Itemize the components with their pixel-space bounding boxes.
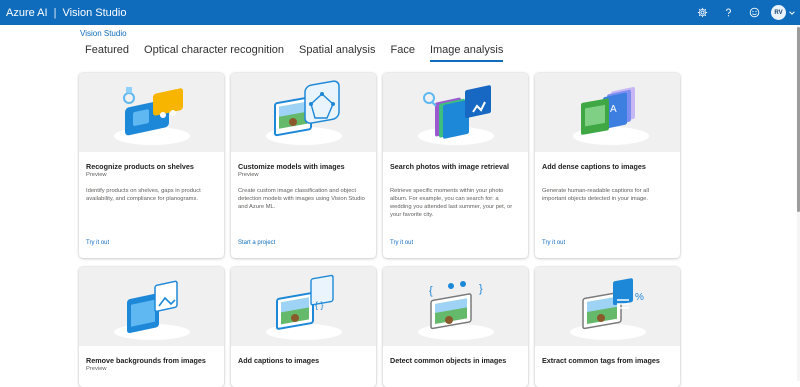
tab-list: Featured Optical character recognition S… [85, 44, 518, 62]
tags-illustration: % [535, 267, 680, 346]
top-app-bar: Azure AI | Vision Studio RV [0, 0, 800, 25]
card-description: Identify products on shelves, gaps in pr… [86, 188, 201, 202]
brand[interactable]: Azure AI | Vision Studio [0, 0, 126, 25]
brand-name: Azure AI [6, 6, 48, 19]
card-title: Customize models with images [238, 162, 345, 171]
avatar[interactable]: RV [771, 5, 786, 20]
tab-featured[interactable]: Featured [85, 44, 129, 62]
captions-illustration: { } [231, 267, 376, 346]
help-icon[interactable] [715, 0, 741, 25]
card-dense-captions[interactable]: A Add dense captions to images Generate … [535, 73, 680, 258]
dense-captions-illustration: A [535, 73, 680, 152]
card-title: Add dense captions to images [542, 162, 646, 171]
card-title: Extract common tags from images [542, 356, 660, 365]
breadcrumb[interactable]: Vision Studio [80, 29, 127, 38]
background-removal-illustration [79, 267, 224, 346]
preview-badge: Preview [238, 172, 259, 178]
tab-spatial-analysis[interactable]: Spatial analysis [299, 44, 375, 62]
try-it-out-link[interactable]: Try it out [390, 240, 413, 246]
svg-text:%: % [635, 292, 644, 303]
card-extract-tags[interactable]: % Extract common tags from images [535, 267, 680, 387]
card-recognize-products[interactable]: Recognize products on shelves Preview Id… [79, 73, 224, 258]
card-title: Add captions to images [238, 356, 320, 365]
product-name: Vision Studio [62, 6, 127, 19]
product-recognition-illustration [79, 73, 224, 152]
image-retrieval-illustration [383, 73, 528, 152]
tab-face[interactable]: Face [390, 44, 414, 62]
card-title: Remove backgrounds from images [86, 356, 206, 365]
tab-image-analysis[interactable]: Image analysis [429, 44, 504, 62]
brand-separator: | [53, 6, 57, 19]
card-remove-backgrounds[interactable]: Remove backgrounds from images Preview [79, 267, 224, 387]
gear-icon[interactable] [689, 0, 715, 25]
card-customize-models[interactable]: Customize models with images Preview Cre… [231, 73, 376, 258]
capability-cards: Recognize products on shelves Preview Id… [79, 73, 680, 387]
svg-text:}: } [479, 283, 483, 295]
svg-text:A: A [610, 104, 617, 115]
card-description: Create custom image classification and o… [238, 188, 365, 210]
tab-ocr[interactable]: Optical character recognition [144, 44, 284, 62]
try-it-out-link[interactable]: Try it out [86, 240, 109, 246]
card-search-photos[interactable]: Search photos with image retrieval Retri… [383, 73, 528, 258]
smiley-icon[interactable] [741, 0, 767, 25]
card-description: Retrieve specific moments within your ph… [390, 188, 513, 218]
start-project-link[interactable]: Start a project [238, 240, 275, 246]
svg-text:{ }: { } [315, 300, 324, 310]
object-detection-illustration: { } [383, 267, 528, 346]
card-title: Detect common objects in images [390, 356, 507, 365]
card-description: Generate human-readable captions for all… [542, 188, 649, 202]
chevron-down-icon[interactable] [786, 9, 798, 17]
try-it-out-link[interactable]: Try it out [542, 240, 565, 246]
preview-badge: Preview [86, 366, 107, 372]
preview-badge: Preview [86, 172, 107, 178]
svg-text:{: { [429, 285, 433, 297]
card-detect-objects[interactable]: { } Detect common objects in images [383, 267, 528, 387]
card-title: Search photos with image retrieval [390, 162, 510, 171]
card-title: Recognize products on shelves [86, 162, 194, 171]
custom-model-illustration [231, 73, 376, 152]
card-add-captions[interactable]: { } Add captions to images [231, 267, 376, 387]
